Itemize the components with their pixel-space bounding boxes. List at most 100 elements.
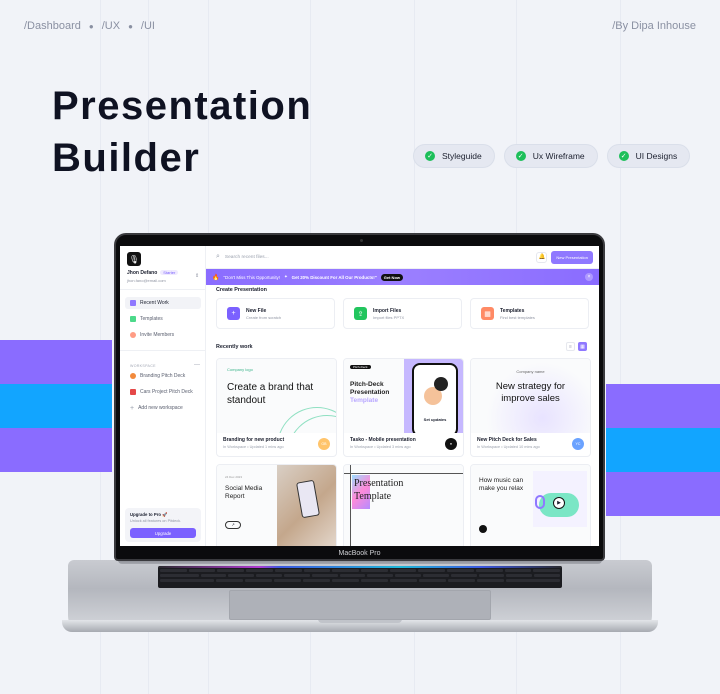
card-meta: New Pitch Deck for Sales In Workspace • … [471,433,590,456]
guide-line [350,465,351,546]
recent-heading: Recently work [216,344,253,350]
thumb-headline: Presentation Template [354,478,404,502]
thumb-headline: Create a brand that standout [227,382,314,406]
template-icon [130,316,136,322]
workspace-label: Branding Pitch Deck [140,373,186,379]
promo-text: "Don't Miss This Opportunity! [223,274,280,280]
card-thumbnail: 24 Dec 2023 Social Media Report ↗ [217,465,336,546]
promo-banner: 🔥 "Don't Miss This Opportunity! ✦ Get 20… [206,269,599,285]
account-switch-icon[interactable]: ⇕ [195,273,199,279]
option-subtitle: Import files PPTX [373,314,405,320]
recent-card[interactable]: Presentation Template [343,464,464,546]
user-add-icon [130,332,136,338]
recent-card[interactable]: 24 Dec 2023 Social Media Report ↗ [216,464,337,546]
illustration-clock [434,377,448,391]
car-icon [130,389,136,395]
author-credit: /By Dipa Inhouse [612,20,696,32]
create-templates[interactable]: ▦ Templates Find best templates [470,298,589,329]
card-workspace: In Workspace [350,445,374,449]
illustration-panel: ▶ [533,471,587,527]
thumb-photo [277,465,336,546]
title-line-1: Presentation [52,84,313,128]
phone-photo [296,479,320,519]
breadcrumb-dashboard[interactable]: /Dashboard [24,20,81,32]
card-title: Branding for new product [223,437,285,443]
sidebar-item-recent-work[interactable]: Recent Work [125,297,201,309]
decor-band-blue [606,428,720,472]
thumb-tag: Pitch-Deck [350,365,371,369]
divider [120,350,205,351]
phone-mockup: Set updates [412,363,458,433]
option-subtitle: Create from scratch [246,314,282,320]
card-meta: Branding for new product In Workspace • … [217,433,336,456]
decor-band-purple [606,472,720,516]
workspace-branding-pitch-deck[interactable]: Branding Pitch Deck [125,370,201,382]
thumb-headline: Social Media Report [225,485,263,500]
thumb-panel: Set updates [404,359,463,433]
get-now-button[interactable]: Get Now [380,273,404,281]
list-view-icon[interactable]: ≡ [566,342,575,351]
thumb-headline: How music can make you relax [479,477,524,492]
thumb-headline: New strategy for improve sales [495,381,566,404]
user-name-text: Jhon Defano [127,270,158,276]
thumb-accent: Template [350,397,379,404]
create-import-files[interactable]: ⇪ Import Files Import files PPTX [343,298,462,329]
recent-card[interactable]: Company name New strategy for improve sa… [470,358,591,457]
app-logo[interactable]: 🎙 [127,252,141,266]
card-updated: In Workspace • Updated 10 mins ago [477,445,540,449]
close-icon[interactable]: × [585,273,593,281]
phone-caption: Set updates [423,417,447,422]
chip-label: UI Designs [635,151,678,161]
chip-styleguide: ✓ Styleguide [413,144,495,168]
search-input[interactable]: ⌕ Search recent files... [216,253,536,261]
check-circle-icon: ✓ [425,151,435,161]
sidebar-item-label: Invite Members [140,332,175,338]
plan-badge: Starter [160,270,179,275]
new-presentation-button[interactable]: New Presentation [551,250,593,264]
upgrade-subtitle: Unlock all features on Pitdeck. [130,519,182,523]
create-new-file[interactable]: + New File Create from scratch [216,298,335,329]
thumb-headline: Pitch-Deck Presentation [350,381,390,396]
recent-card[interactable]: Pitch-Deck Pitch-Deck Presentation Templ… [343,358,464,457]
search-icon: ⌕ [216,253,220,260]
play-icon: ▶ [553,497,565,509]
option-title: Templates [500,307,525,314]
chip-ui-designs: ✓ UI Designs [606,144,691,168]
card-meta: Tasko - Mobile presentation In Workspace… [344,433,463,456]
file-import-icon: ⇪ [354,307,367,320]
notification-bell-icon[interactable]: 🔔 [536,251,548,263]
user-name: Jhon Defano Starter [127,270,179,276]
breadcrumb-ui[interactable]: /UI [141,20,155,32]
decor-band-purple [0,428,112,472]
add-workspace-button[interactable]: + Add new workspace [125,402,201,414]
sidebar-item-templates[interactable]: Templates [125,313,201,325]
breadcrumb-ux[interactable]: /UX [102,20,120,32]
sidebar-item-label: Templates [140,316,163,322]
workspace-cars-project[interactable]: Cars Project Pitch Deck [125,386,201,398]
grid-view-icon[interactable]: ▦ [578,342,587,351]
card-workspace: In Workspace [223,445,247,449]
recent-card[interactable]: How music can make you relax ▶ [470,464,591,546]
arrow-button-icon: ↗ [225,521,241,529]
card-thumbnail: Presentation Template [344,465,463,546]
option-subtitle: Find best templates [500,314,535,320]
thumb-date: 24 Dec 2023 [225,475,243,479]
page-title: Presentation Builder [52,80,312,184]
device-label: MacBook Pro [338,550,381,557]
card-thumbnail: Company name New strategy for improve sa… [471,359,590,433]
card-time: Updated 10 mins ago [503,445,540,449]
fire-icon: 🔥 [212,274,220,281]
chip-label: Ux Wireframe [532,151,585,161]
keyboard [158,566,562,588]
plus-icon: + [130,404,135,412]
deliverable-chips: ✓ Styleguide ✓ Ux Wireframe ✓ UI Designs [413,144,691,168]
decor-band-purple [606,384,720,428]
upgrade-button[interactable]: Upgrade [130,528,196,538]
collapse-workspace-icon[interactable]: — [194,362,200,368]
sidebar-item-invite-members[interactable]: Invite Members [125,329,201,341]
upgrade-card: Upgrade to Pro 🚀 Unlock all features on … [125,508,201,542]
separator-dot: ● [128,21,133,31]
recent-card[interactable]: Company logo Create a brand that standou… [216,358,337,457]
check-circle-icon: ✓ [618,151,629,161]
chip-label: Styleguide [442,151,482,161]
